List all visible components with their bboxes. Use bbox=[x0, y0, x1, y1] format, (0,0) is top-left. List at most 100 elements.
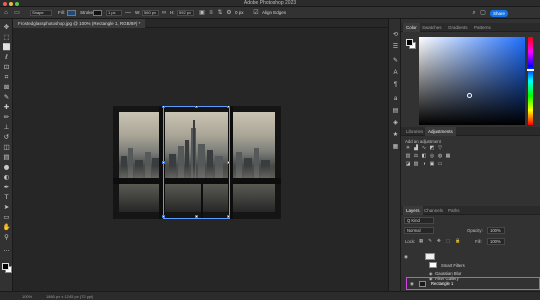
photo-filter-icon[interactable]: ◎ bbox=[429, 154, 435, 159]
channel-mixer-icon[interactable]: ◍ bbox=[437, 154, 443, 159]
tab-libraries[interactable]: Libraries bbox=[403, 127, 426, 136]
rectangle-icon[interactable]: ▭ bbox=[2, 213, 11, 222]
document-info[interactable]: 1860 px x 1245 px (72 ppi) bbox=[46, 292, 93, 300]
document-tab[interactable]: Frostedglassphotoshop.jpg @ 100% (Rectan… bbox=[13, 19, 146, 28]
dodge-icon[interactable]: ◐ bbox=[2, 173, 11, 182]
healing-icon[interactable]: ✚ bbox=[2, 103, 11, 112]
crop-icon[interactable]: ⌗ bbox=[2, 73, 11, 82]
type-icon[interactable]: T bbox=[2, 193, 11, 202]
tab-adjustments[interactable]: Adjustments bbox=[425, 127, 456, 136]
align-edges-checkbox[interactable]: ☑ bbox=[252, 9, 260, 17]
zoom-icon[interactable]: ⚲ bbox=[2, 233, 11, 242]
path-align-icon[interactable]: ≡ bbox=[207, 9, 215, 17]
lasso-icon[interactable]: ℓ bbox=[2, 53, 11, 62]
workspace-icon[interactable]: ▢ bbox=[479, 9, 487, 17]
patterns-icon[interactable]: ▦ bbox=[391, 143, 400, 152]
home-icon[interactable]: ⌂ bbox=[2, 9, 10, 17]
exposure-icon[interactable]: ◩ bbox=[429, 146, 435, 151]
lock-icons[interactable]: ▦ ✎ ✥ ⬚ 🔒 bbox=[419, 238, 462, 244]
color-picker-ring[interactable] bbox=[467, 93, 472, 98]
rectangle-shape-selection[interactable] bbox=[162, 106, 230, 219]
tab-channels[interactable]: Channels bbox=[421, 206, 446, 215]
transform-handle[interactable] bbox=[162, 161, 165, 164]
move-icon[interactable]: ✥ bbox=[2, 23, 11, 32]
paragraph-icon[interactable]: ¶ bbox=[391, 81, 400, 90]
tab-patterns[interactable]: Patterns bbox=[471, 23, 494, 32]
blend-mode-select[interactable]: Normal bbox=[404, 227, 434, 234]
brightness-icon[interactable]: ☀ bbox=[405, 146, 411, 151]
stamp-icon[interactable]: ⊥ bbox=[2, 123, 11, 132]
character-icon[interactable]: A bbox=[391, 69, 400, 78]
tool-mode-select[interactable]: Shape bbox=[30, 10, 52, 16]
path-ops-icon[interactable]: ▣ bbox=[198, 9, 206, 17]
blur-icon[interactable]: ● bbox=[2, 163, 11, 172]
shapes-icon[interactable]: ★ bbox=[391, 131, 400, 140]
gradient-icon[interactable]: ▤ bbox=[2, 153, 11, 162]
artboard-icon[interactable]: ⬚ bbox=[2, 33, 11, 42]
layer-filter-kind[interactable]: Q Kind bbox=[404, 217, 434, 224]
marquee-icon[interactable]: ⬜ bbox=[2, 43, 11, 52]
tab-layers[interactable]: Layers bbox=[403, 206, 423, 215]
vibrance-icon[interactable]: ▽ bbox=[437, 146, 443, 151]
properties-icon[interactable]: ☰ bbox=[391, 43, 400, 52]
transform-handle[interactable] bbox=[162, 215, 165, 218]
transform-handle[interactable] bbox=[195, 106, 198, 108]
eraser-icon[interactable]: ◫ bbox=[2, 143, 11, 152]
stroke-style-icon[interactable]: — bbox=[124, 9, 132, 17]
gradient-map-icon[interactable]: ▭ bbox=[437, 162, 443, 167]
black-white-icon[interactable]: ◧ bbox=[421, 154, 427, 159]
transform-handle[interactable] bbox=[227, 106, 230, 108]
brush-icon[interactable]: ✏ bbox=[2, 113, 11, 122]
hue-slider[interactable] bbox=[528, 37, 533, 125]
path-select-icon[interactable]: ➤ bbox=[2, 203, 11, 212]
frame-icon[interactable]: ⊠ bbox=[2, 83, 11, 92]
history-icon[interactable]: ⟲ bbox=[391, 31, 400, 40]
eyedropper-icon[interactable]: ✎ bbox=[2, 93, 11, 102]
brush-settings-icon[interactable]: ✎ bbox=[391, 57, 400, 66]
fill-swatch[interactable] bbox=[67, 10, 76, 16]
transform-handle[interactable] bbox=[227, 215, 230, 218]
transform-handle[interactable] bbox=[162, 106, 165, 108]
glyphs-icon[interactable]: a bbox=[391, 95, 400, 104]
curves-icon[interactable]: ∿ bbox=[421, 146, 427, 151]
transform-handle[interactable] bbox=[195, 215, 198, 218]
color-picker-field[interactable] bbox=[419, 37, 525, 125]
tab-swatches[interactable]: Swatches bbox=[419, 23, 445, 32]
tab-paths[interactable]: Paths bbox=[445, 206, 463, 215]
fill-field[interactable]: 100% bbox=[487, 238, 505, 245]
posterize-icon[interactable]: ▨ bbox=[413, 162, 419, 167]
invert-icon[interactable]: ◪ bbox=[405, 162, 411, 167]
link-icon[interactable]: ∞ bbox=[160, 9, 168, 17]
layer-row[interactable]: ◉ bbox=[401, 252, 536, 261]
eye-icon[interactable]: ◉ bbox=[403, 252, 409, 261]
stroke-size-field[interactable]: 1 px bbox=[106, 10, 122, 16]
hue-slider-handle[interactable] bbox=[527, 69, 534, 71]
libraries-icon[interactable]: ▤ bbox=[391, 107, 400, 116]
opacity-field[interactable]: 100% bbox=[487, 227, 505, 234]
search-icon[interactable]: ⌕ bbox=[470, 9, 478, 17]
stroke-width-value[interactable]: 0 px bbox=[235, 7, 244, 19]
object-select-icon[interactable]: ⊡ bbox=[2, 63, 11, 72]
more-icon[interactable]: … bbox=[2, 245, 11, 254]
zoom-level[interactable]: 100% bbox=[22, 292, 32, 300]
transform-handle[interactable] bbox=[227, 161, 230, 164]
shape-tool-icon[interactable]: ▭ bbox=[13, 9, 21, 17]
settings-icon[interactable]: ⚙ bbox=[225, 9, 233, 17]
height-field[interactable]: 592 px bbox=[177, 10, 194, 16]
tab-color[interactable]: Color bbox=[403, 23, 420, 32]
3d-icon[interactable]: ◈ bbox=[391, 119, 400, 128]
foreground-color-swatch[interactable] bbox=[2, 263, 9, 270]
color-panel-fg-bg[interactable] bbox=[406, 39, 416, 49]
history-brush-icon[interactable]: ↺ bbox=[2, 133, 11, 142]
width-field[interactable]: 560 px bbox=[142, 10, 159, 16]
share-button[interactable]: Share bbox=[490, 9, 508, 17]
tab-gradients[interactable]: Gradients bbox=[445, 23, 471, 32]
canvas-area[interactable] bbox=[13, 28, 388, 291]
color-balance-icon[interactable]: ⚖ bbox=[413, 154, 419, 159]
threshold-icon[interactable]: ◑ bbox=[421, 162, 427, 167]
document-image[interactable] bbox=[113, 106, 281, 219]
foreground-color-swatch[interactable] bbox=[406, 39, 413, 46]
path-arrange-icon[interactable]: ⇅ bbox=[216, 9, 224, 17]
selective-color-icon[interactable]: ▣ bbox=[429, 162, 435, 167]
hue-saturation-icon[interactable]: ▥ bbox=[405, 154, 411, 159]
